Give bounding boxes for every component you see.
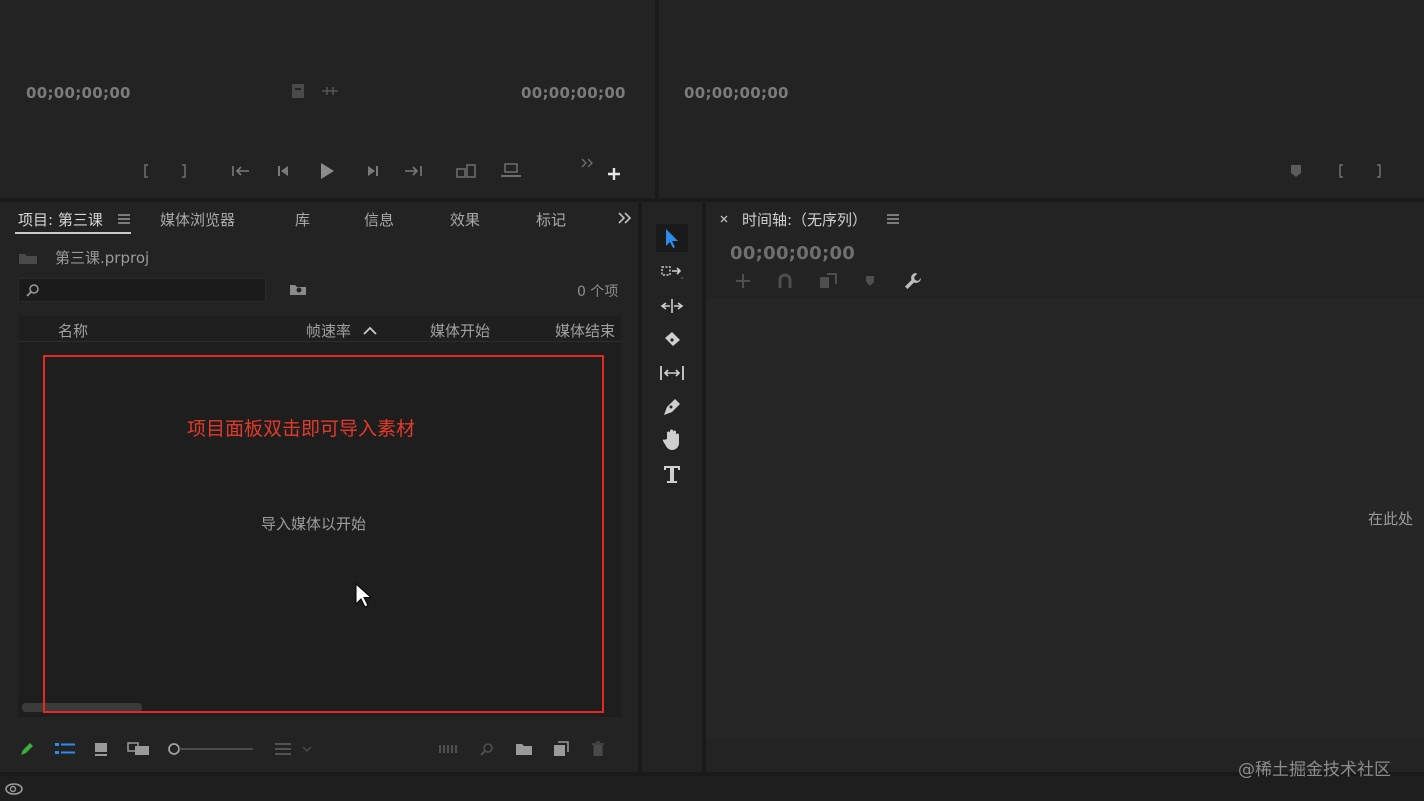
panel-menu-icon[interactable] [117,212,131,226]
ripple-edit-tool[interactable] [656,292,688,320]
add-marker-icon[interactable] [1287,162,1305,180]
tab-libraries[interactable]: 库 [295,209,310,230]
insert-icon[interactable] [454,161,480,181]
type-tool[interactable] [656,460,688,488]
annotation-text: 项目面板双击即可导入素材 [187,418,416,440]
go-to-in-icon[interactable] [230,162,252,180]
timeline-title[interactable]: 时间轴:（无序列） [742,209,867,230]
status-bar [0,776,1424,801]
icon-view-icon[interactable] [92,740,110,758]
mark-out-icon[interactable] [178,162,190,180]
linked-selection-icon[interactable] [818,272,838,290]
empty-import-message: 导入媒体以开始 [261,515,367,533]
tab-media-browser[interactable]: 媒体浏览器 [160,209,235,230]
sort-menu-icon[interactable] [272,740,314,758]
pen-icon [664,399,680,415]
hand-tool[interactable] [656,426,688,454]
timeline-drop-hint: 在此处 [1368,510,1414,528]
source-timecode-out: 00;00;00;00 [521,84,626,102]
close-icon[interactable] [718,212,730,226]
timeline-menu-icon[interactable] [886,212,900,226]
type-t-icon [664,466,680,483]
tab-effects[interactable]: 效果 [450,209,480,230]
project-bin-icon [18,250,38,266]
column-media-end[interactable]: 媒体结束 [555,320,615,341]
column-name[interactable]: 名称 [58,320,88,341]
automate-to-sequence-icon[interactable] [438,740,460,758]
new-bin-icon[interactable] [514,740,534,758]
tools-panel [642,202,702,772]
selection-arrow-icon [666,229,678,248]
search-input[interactable] [18,278,266,302]
ripple-edit-icon [660,299,684,313]
annotation-highlight-box [43,355,604,713]
active-tab-underline [15,232,131,234]
play-icon[interactable] [316,160,338,182]
timeline-drop-area[interactable] [706,298,1424,738]
tab-markers[interactable]: 标记 [536,209,566,230]
zoom-slider[interactable] [164,740,256,758]
new-item-icon[interactable] [552,740,570,758]
program-mark-out-icon[interactable] [1373,162,1385,180]
source-monitor-panel: 00;00;00;00 00;00;00;00 [0,0,655,198]
wrench-settings-icon[interactable] [902,270,924,292]
find-bottom-icon[interactable] [478,740,496,758]
track-select-tool[interactable] [656,258,688,286]
search-icon [25,283,39,297]
step-forward-icon[interactable] [362,162,382,180]
overwrite-icon[interactable] [498,161,524,181]
trash-icon[interactable] [590,740,606,758]
selection-tool[interactable] [656,224,688,252]
item-count: 0 个项 [577,284,619,300]
source-timecode-in[interactable]: 00;00;00;00 [26,84,131,102]
snap-magnet-icon[interactable] [776,272,794,290]
watermark-text: @稀土掘金技术社区 [1238,760,1391,780]
list-view-icon[interactable] [54,740,76,758]
list-header: 名称 帧速率 媒体开始 媒体结束 [18,316,622,342]
slip-icon [660,366,684,380]
more-tabs-chevrons-icon[interactable] [617,210,633,226]
button-editor-plus-icon[interactable] [604,164,624,184]
project-panel: 项目: 第三课 媒体浏览器 库 信息 效果 标记 第三课.prproj 0 个项… [0,202,638,772]
creative-cloud-icon[interactable] [4,779,24,797]
razor-blade-icon [665,332,680,346]
find-icon[interactable] [288,281,308,297]
column-media-start[interactable]: 媒体开始 [430,320,490,341]
tab-info[interactable]: 信息 [364,209,394,230]
sort-ascending-icon[interactable] [362,324,378,336]
freeform-view-icon[interactable] [126,740,152,758]
nest-sequence-icon[interactable] [734,272,752,290]
program-monitor-panel: 00;00;00;00 [659,0,1424,198]
mouse-pointer-icon [354,582,373,613]
track-select-icon [661,266,683,279]
timeline-add-marker-icon[interactable] [862,272,878,290]
razor-tool[interactable] [656,326,688,354]
timeline-panel: 时间轴:（无序列） 00;00;00;00 在此处 [706,202,1424,772]
pen-tool[interactable] [656,393,688,421]
tab-project[interactable]: 项目: 第三课 [18,209,103,230]
timeline-timecode[interactable]: 00;00;00;00 [730,243,855,264]
drop-frame-icon[interactable] [290,82,306,100]
program-timecode[interactable]: 00;00;00;00 [684,84,789,102]
pencil-icon[interactable] [18,740,36,758]
slip-tool[interactable] [656,359,688,387]
project-file-name: 第三课.prproj [55,249,150,267]
column-frame-rate[interactable]: 帧速率 [306,320,351,341]
step-back-icon[interactable] [274,162,294,180]
program-mark-in-icon[interactable] [1335,162,1347,180]
go-to-out-icon[interactable] [402,162,424,180]
overflow-chevrons-icon[interactable] [580,156,596,170]
hand-icon [662,429,679,450]
mark-in-icon[interactable] [140,162,152,180]
playback-resolution-icon[interactable] [320,84,340,98]
